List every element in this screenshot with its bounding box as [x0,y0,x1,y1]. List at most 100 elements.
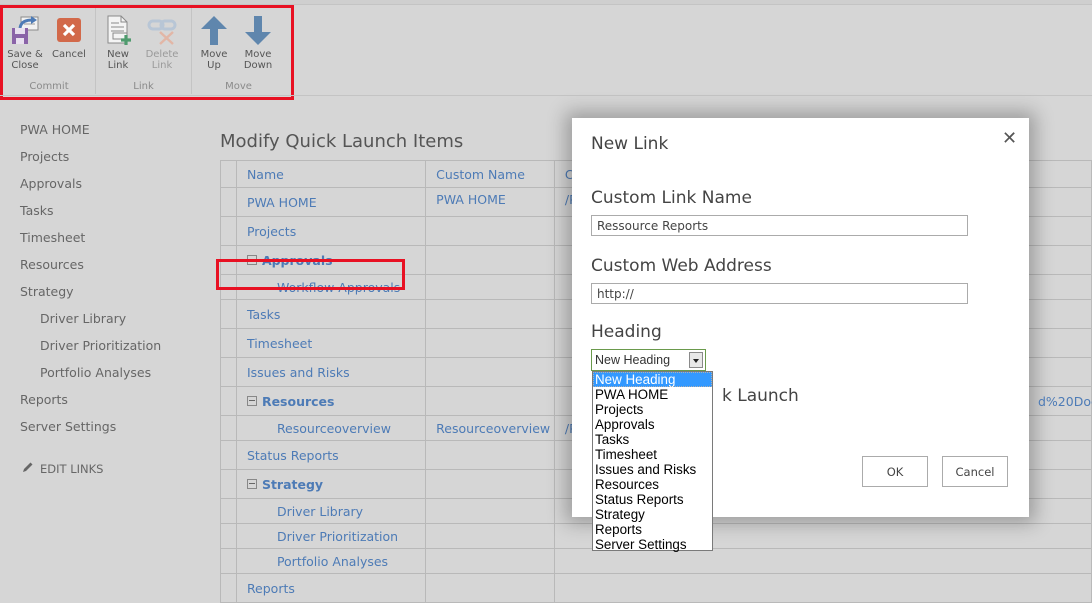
row-name[interactable]: Driver Prioritization [277,529,398,544]
column-header-name[interactable]: Name [235,160,427,188]
row-name[interactable]: Timesheet [247,336,312,351]
row-select-cell[interactable] [220,548,237,574]
row-name-cell[interactable]: Portfolio Analyses [235,548,427,574]
nav-item-portfolio-analyses[interactable]: Portfolio Analyses [20,363,210,390]
row-select-cell[interactable] [220,299,237,329]
row-select-cell[interactable] [220,216,237,246]
row-custom-name-cell [425,274,555,300]
table-row[interactable]: Reports [220,573,1092,603]
heading-option[interactable]: Status Reports [593,492,712,507]
custom-url-fragment: d%20Docum [1038,394,1092,409]
row-custom-name-cell [425,299,555,329]
nav-item-projects[interactable]: Projects [20,147,210,174]
heading-select[interactable]: New Heading [591,349,706,371]
row-name-cell[interactable]: Projects [235,216,427,246]
nav-item-resources[interactable]: Resources [20,255,210,282]
row-name-cell[interactable]: Strategy [235,469,427,499]
row-name-cell[interactable]: Driver Library [235,498,427,524]
heading-option[interactable]: PWA HOME [593,387,712,402]
custom-link-name-input[interactable] [591,215,968,236]
row-custom-name-cell [425,469,555,499]
column-header-custom-name[interactable]: Custom Name [425,160,555,188]
heading-option[interactable]: Timesheet [593,447,712,462]
row-name-cell[interactable]: Tasks [235,299,427,329]
nav-item-reports[interactable]: Reports [20,390,210,417]
row-custom-name-cell: Resourceoverview [425,415,555,441]
row-name[interactable]: PWA HOME [247,195,317,210]
heading-option[interactable]: Resources [593,477,712,492]
pencil-icon [22,461,34,476]
row-custom-name-cell [425,386,555,416]
row-name[interactable]: Resources [262,394,335,409]
heading-label: Heading [591,322,662,342]
row-select-cell[interactable] [220,523,237,549]
row-name[interactable]: Portfolio Analyses [277,554,388,569]
quick-launch-nav: PWA HOME Projects Approvals Tasks Timesh… [20,120,210,444]
row-select-cell[interactable] [220,187,237,217]
edit-links-button[interactable]: EDIT LINKS [22,461,103,476]
row-name-cell[interactable]: Reports [235,573,427,603]
row-name[interactable]: Strategy [262,477,323,492]
row-custom-name-cell [425,216,555,246]
nav-item-pwa-home[interactable]: PWA HOME [20,120,210,147]
row-name-cell[interactable]: Timesheet [235,328,427,358]
row-custom-name-cell [425,498,555,524]
row-select-cell[interactable] [220,440,237,470]
row-select-cell[interactable] [220,498,237,524]
row-name[interactable]: Tasks [247,307,281,322]
row-name[interactable]: Reports [247,581,295,596]
row-select-cell[interactable] [220,415,237,441]
heading-option[interactable]: Server Settings [593,537,712,552]
row-select-cell[interactable] [220,357,237,387]
row-name[interactable]: Status Reports [247,448,339,463]
nav-item-server-settings[interactable]: Server Settings [20,417,210,444]
chevron-down-icon[interactable] [689,352,703,368]
row-name[interactable]: Issues and Risks [247,365,350,380]
row-custom-name-cell [425,440,555,470]
nav-item-driver-library[interactable]: Driver Library [20,309,210,336]
heading-option[interactable]: New Heading [593,372,712,387]
edit-links-label: EDIT LINKS [40,461,104,476]
row-name-cell[interactable]: Driver Prioritization [235,523,427,549]
nav-item-timesheet[interactable]: Timesheet [20,228,210,255]
custom-web-address-input[interactable] [591,283,968,304]
collapse-icon[interactable] [246,395,257,406]
row-name-cell[interactable]: Resources [235,386,427,416]
row-name[interactable]: Projects [247,224,296,239]
heading-option[interactable]: Reports [593,522,712,537]
heading-option[interactable]: Projects [593,402,712,417]
heading-option[interactable]: Strategy [593,507,712,522]
row-name-cell[interactable]: Issues and Risks [235,357,427,387]
ribbon-highlight-box [0,5,294,100]
row-name-cell[interactable]: Resourceoverview [235,415,427,441]
close-icon[interactable]: ✕ [1002,130,1017,148]
workflow-approvals-highlight-box [216,259,405,290]
dialog-title: New Link [591,134,669,154]
row-name-cell[interactable]: Status Reports [235,440,427,470]
row-name[interactable]: Driver Library [277,504,363,519]
nav-item-tasks[interactable]: Tasks [20,201,210,228]
heading-option[interactable]: Issues and Risks [593,462,712,477]
row-name[interactable]: Resourceoverview [277,421,391,436]
heading-dropdown-list: New Heading PWA HOME Projects Approvals Task… [592,371,713,552]
table-row[interactable]: Portfolio Analyses [220,548,1092,574]
nav-item-strategy[interactable]: Strategy [20,282,210,309]
ok-button[interactable]: OK [862,456,928,487]
nav-item-approvals[interactable]: Approvals [20,174,210,201]
row-select-cell[interactable] [220,386,237,416]
heading-option[interactable]: Tasks [593,432,712,447]
custom-link-name-label: Custom Link Name [591,188,752,208]
row-select-cell[interactable] [220,573,237,603]
row-custom-name-cell [425,573,555,603]
heading-select-value: New Heading [595,353,671,367]
row-custom-name-cell [425,523,555,549]
collapse-icon[interactable] [246,478,257,489]
row-name-cell[interactable]: PWA HOME [235,187,427,217]
row-select-cell[interactable] [220,328,237,358]
nav-item-driver-prioritization[interactable]: Driver Prioritization [20,336,210,363]
row-select-cell[interactable] [220,469,237,499]
heading-option[interactable]: Approvals [593,417,712,432]
row-custom-name-cell [425,245,555,275]
cancel-dialog-button[interactable]: Cancel [942,456,1008,487]
row-custom-name-cell [425,548,555,574]
